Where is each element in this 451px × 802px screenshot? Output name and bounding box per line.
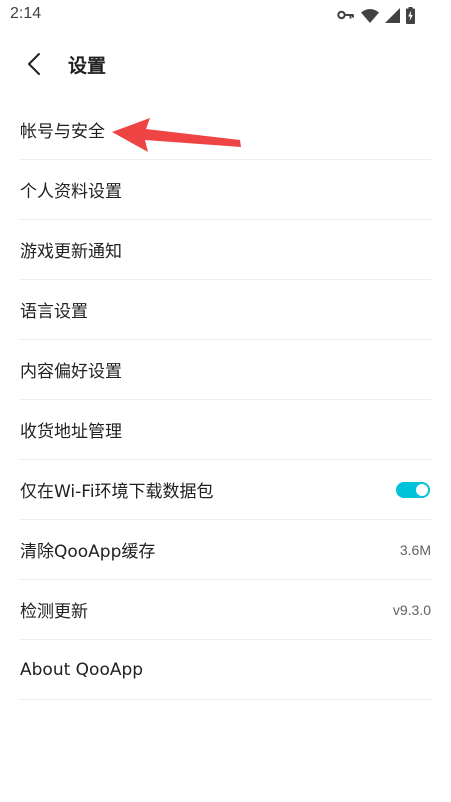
setting-label: 清除QooApp缓存	[20, 542, 156, 562]
setting-label: 个人资料设置	[20, 182, 122, 202]
toggle-knob	[416, 483, 428, 496]
setting-clear-cache[interactable]: 清除QooApp缓存 3.6M	[20, 520, 431, 580]
setting-about[interactable]: About QooApp	[20, 640, 431, 700]
app-header: 设置	[0, 36, 451, 96]
setting-label: About QooApp	[20, 659, 144, 680]
setting-check-update[interactable]: 检测更新 v9.3.0	[20, 580, 431, 640]
back-arrow-icon	[27, 52, 41, 80]
status-time: 2:14	[10, 5, 42, 22]
page-title: 设置	[68, 55, 107, 77]
cache-size-value: 3.6M	[399, 541, 431, 558]
back-button[interactable]	[12, 44, 56, 88]
setting-language[interactable]: 语言设置	[20, 280, 431, 340]
setting-label: 收货地址管理	[20, 422, 122, 442]
setting-game-update-notifications[interactable]: 游戏更新通知	[20, 220, 431, 280]
setting-content-preferences[interactable]: 内容偏好设置	[20, 340, 431, 400]
setting-label: 仅在Wi-Fi环境下载数据包	[20, 482, 214, 502]
setting-label: 检测更新	[20, 602, 88, 622]
version-value: v9.3.0	[392, 601, 431, 618]
settings-screen: 2:14 设置 帐号与安全 个人资料设置 游戏更新通知 语言设置 内容偏好设置 …	[0, 0, 451, 802]
vpn-key-icon	[337, 9, 355, 21]
setting-label: 内容偏好设置	[20, 362, 122, 382]
status-icons	[337, 6, 415, 24]
annotation-arrow-icon	[112, 118, 244, 162]
battery-charging-icon	[406, 6, 415, 24]
setting-wifi-only-download: 仅在Wi-Fi环境下载数据包	[20, 460, 431, 520]
setting-shipping-address[interactable]: 收货地址管理	[20, 400, 431, 460]
wifi-icon	[361, 8, 379, 23]
cellular-signal-icon	[385, 7, 400, 23]
wifi-only-toggle[interactable]	[396, 481, 430, 498]
setting-label: 游戏更新通知	[20, 242, 122, 262]
status-bar: 2:14	[0, 0, 451, 32]
setting-label: 语言设置	[20, 302, 88, 322]
setting-label: 帐号与安全	[20, 122, 105, 142]
setting-profile[interactable]: 个人资料设置	[20, 160, 431, 220]
settings-list: 帐号与安全 个人资料设置 游戏更新通知 语言设置 内容偏好设置 收货地址管理 仅…	[20, 100, 431, 700]
